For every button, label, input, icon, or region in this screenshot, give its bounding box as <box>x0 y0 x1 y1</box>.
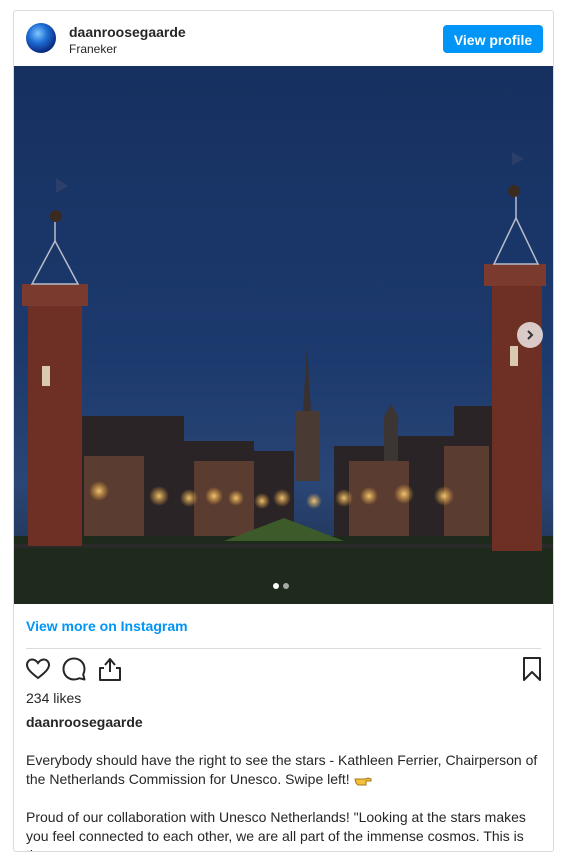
bookmark-icon[interactable] <box>518 655 546 683</box>
comment-icon[interactable] <box>60 655 88 683</box>
carousel-indicator <box>273 583 289 589</box>
post-photo[interactable] <box>14 66 553 604</box>
photo-scene <box>14 66 553 604</box>
divider <box>26 648 541 649</box>
caption-paragraph-1: Everybody should have the right to see t… <box>26 751 544 789</box>
post-header: daanroosegaarde Franeker View profile <box>14 11 553 66</box>
caption-paragraph-1-text: Everybody should have the right to see t… <box>26 752 538 787</box>
carousel-dot-1 <box>273 583 279 589</box>
carousel-dot-2 <box>283 583 289 589</box>
header-username[interactable]: daanroosegaarde <box>69 24 186 40</box>
caption-username[interactable]: daanroosegaarde <box>26 714 143 730</box>
caption-paragraph-2: Proud of our collaboration with Unesco N… <box>26 809 526 851</box>
action-bar <box>14 655 553 687</box>
likes-count[interactable]: 234 likes <box>26 690 81 706</box>
share-icon[interactable] <box>96 655 124 683</box>
heart-icon[interactable] <box>24 655 52 683</box>
avatar[interactable] <box>26 23 56 53</box>
pointing-hand-icon <box>353 777 372 786</box>
header-location[interactable]: Franeker <box>69 42 117 56</box>
instagram-embed-card: daanroosegaarde Franeker View profile Vi… <box>13 10 554 852</box>
view-more-link[interactable]: View more on Instagram <box>26 618 188 634</box>
view-profile-button[interactable]: View profile <box>443 25 543 53</box>
chevron-right-icon[interactable] <box>517 322 543 348</box>
